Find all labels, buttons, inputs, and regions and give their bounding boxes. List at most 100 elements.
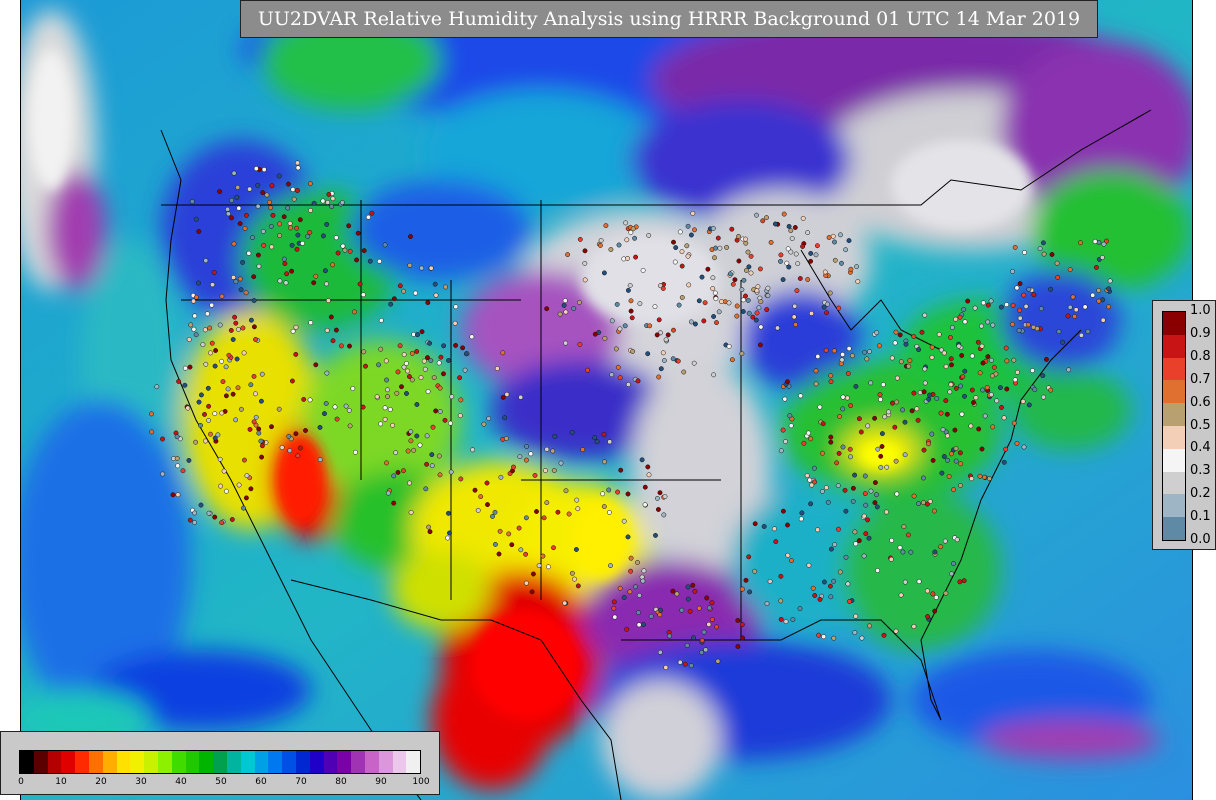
station-obs-marker xyxy=(878,397,883,402)
station-obs-marker xyxy=(436,360,442,366)
station-obs-marker xyxy=(843,247,849,253)
humidity-colorbar-swatch xyxy=(20,751,34,773)
station-obs-marker xyxy=(1096,287,1102,293)
station-obs-marker xyxy=(908,549,914,555)
station-obs-marker xyxy=(845,371,851,376)
station-obs-marker xyxy=(739,351,745,357)
station-obs-marker xyxy=(424,461,430,467)
station-obs-marker xyxy=(929,354,935,360)
station-obs-marker xyxy=(516,525,522,531)
station-obs-marker xyxy=(276,406,282,412)
station-obs-marker xyxy=(291,196,297,202)
station-obs-marker xyxy=(617,585,623,591)
station-obs-marker xyxy=(628,555,634,561)
station-obs-marker xyxy=(657,612,663,618)
station-obs-marker xyxy=(385,490,391,496)
station-obs-marker xyxy=(437,472,443,478)
station-legend-label: 1.0 xyxy=(1190,303,1211,318)
station-obs-marker xyxy=(191,326,197,332)
station-obs-marker xyxy=(413,290,418,296)
station-obs-marker xyxy=(230,391,236,397)
station-obs-marker xyxy=(536,563,542,569)
station-obs-marker xyxy=(223,364,229,370)
station-obs-marker xyxy=(667,633,672,639)
station-obs-marker xyxy=(431,375,437,381)
station-obs-marker xyxy=(293,351,299,357)
station-obs-marker xyxy=(838,232,843,238)
station-obs-marker xyxy=(256,426,262,432)
station-obs-marker xyxy=(423,486,429,492)
station-obs-marker xyxy=(743,577,749,583)
station-obs-marker xyxy=(608,563,613,569)
station-obs-marker xyxy=(462,367,468,373)
station-obs-marker xyxy=(648,613,654,619)
station-obs-marker xyxy=(658,366,664,372)
station-obs-marker xyxy=(783,439,788,445)
station-obs-marker xyxy=(243,290,249,296)
station-obs-marker xyxy=(800,215,806,221)
station-obs-marker xyxy=(429,463,435,469)
station-obs-marker xyxy=(754,288,760,294)
station-obs-marker xyxy=(500,350,506,356)
station-obs-marker xyxy=(383,358,389,364)
station-obs-marker xyxy=(347,248,353,254)
station-obs-marker xyxy=(874,492,879,498)
station-obs-marker xyxy=(929,431,935,437)
station-obs-marker xyxy=(844,395,850,401)
station-obs-marker xyxy=(1030,368,1035,374)
station-obs-marker xyxy=(397,343,403,349)
station-obs-marker xyxy=(902,419,908,425)
station-obs-marker xyxy=(363,363,368,369)
station-obs-marker xyxy=(685,584,691,590)
station-obs-marker xyxy=(788,228,794,234)
station-obs-marker xyxy=(279,445,285,450)
station-obs-marker xyxy=(307,397,313,403)
station-obs-marker xyxy=(268,223,274,229)
station-obs-marker xyxy=(938,410,944,416)
station-obs-marker xyxy=(219,358,225,364)
station-obs-marker xyxy=(283,280,289,286)
humidity-colorbar-swatch xyxy=(254,751,269,773)
station-obs-marker xyxy=(391,500,397,506)
station-obs-marker xyxy=(828,594,834,600)
station-obs-marker xyxy=(660,350,666,356)
station-obs-marker xyxy=(787,413,793,419)
station-obs-marker xyxy=(297,217,303,223)
station-obs-marker xyxy=(780,427,786,433)
station-obs-marker xyxy=(433,408,439,414)
station-obs-marker xyxy=(289,268,295,274)
station-legend-swatch xyxy=(1163,312,1185,335)
station-obs-marker xyxy=(196,399,202,405)
station-obs-marker xyxy=(223,488,229,494)
station-obs-marker xyxy=(258,398,264,404)
station-obs-marker xyxy=(248,382,254,388)
station-obs-marker xyxy=(1100,317,1106,323)
station-obs-marker xyxy=(780,277,786,283)
station-obs-marker xyxy=(922,312,928,318)
station-obs-marker xyxy=(234,356,240,362)
humidity-analysis-map[interactable] xyxy=(20,0,1193,800)
station-obs-marker xyxy=(457,413,463,419)
station-obs-marker xyxy=(828,439,834,445)
station-obs-marker xyxy=(714,320,719,326)
station-obs-marker xyxy=(808,258,814,264)
station-obs-marker xyxy=(791,314,797,320)
station-obs-marker xyxy=(673,245,679,251)
station-obs-marker xyxy=(736,258,742,264)
station-obs-marker xyxy=(990,424,996,430)
station-obs-marker xyxy=(837,569,843,575)
station-obs-marker xyxy=(426,524,432,530)
station-obs-marker xyxy=(246,250,252,256)
station-obs-marker xyxy=(726,343,732,349)
station-obs-marker xyxy=(592,331,598,337)
station-obs-marker xyxy=(957,314,963,320)
station-obs-marker xyxy=(1092,239,1098,244)
station-obs-marker xyxy=(1014,285,1020,291)
station-obs-marker xyxy=(552,433,558,439)
station-obs-marker xyxy=(872,415,878,421)
station-obs-marker xyxy=(836,526,841,532)
station-obs-marker xyxy=(920,475,926,481)
station-obs-marker xyxy=(472,487,478,493)
station-obs-marker xyxy=(639,457,645,463)
station-obs-marker xyxy=(311,200,317,206)
